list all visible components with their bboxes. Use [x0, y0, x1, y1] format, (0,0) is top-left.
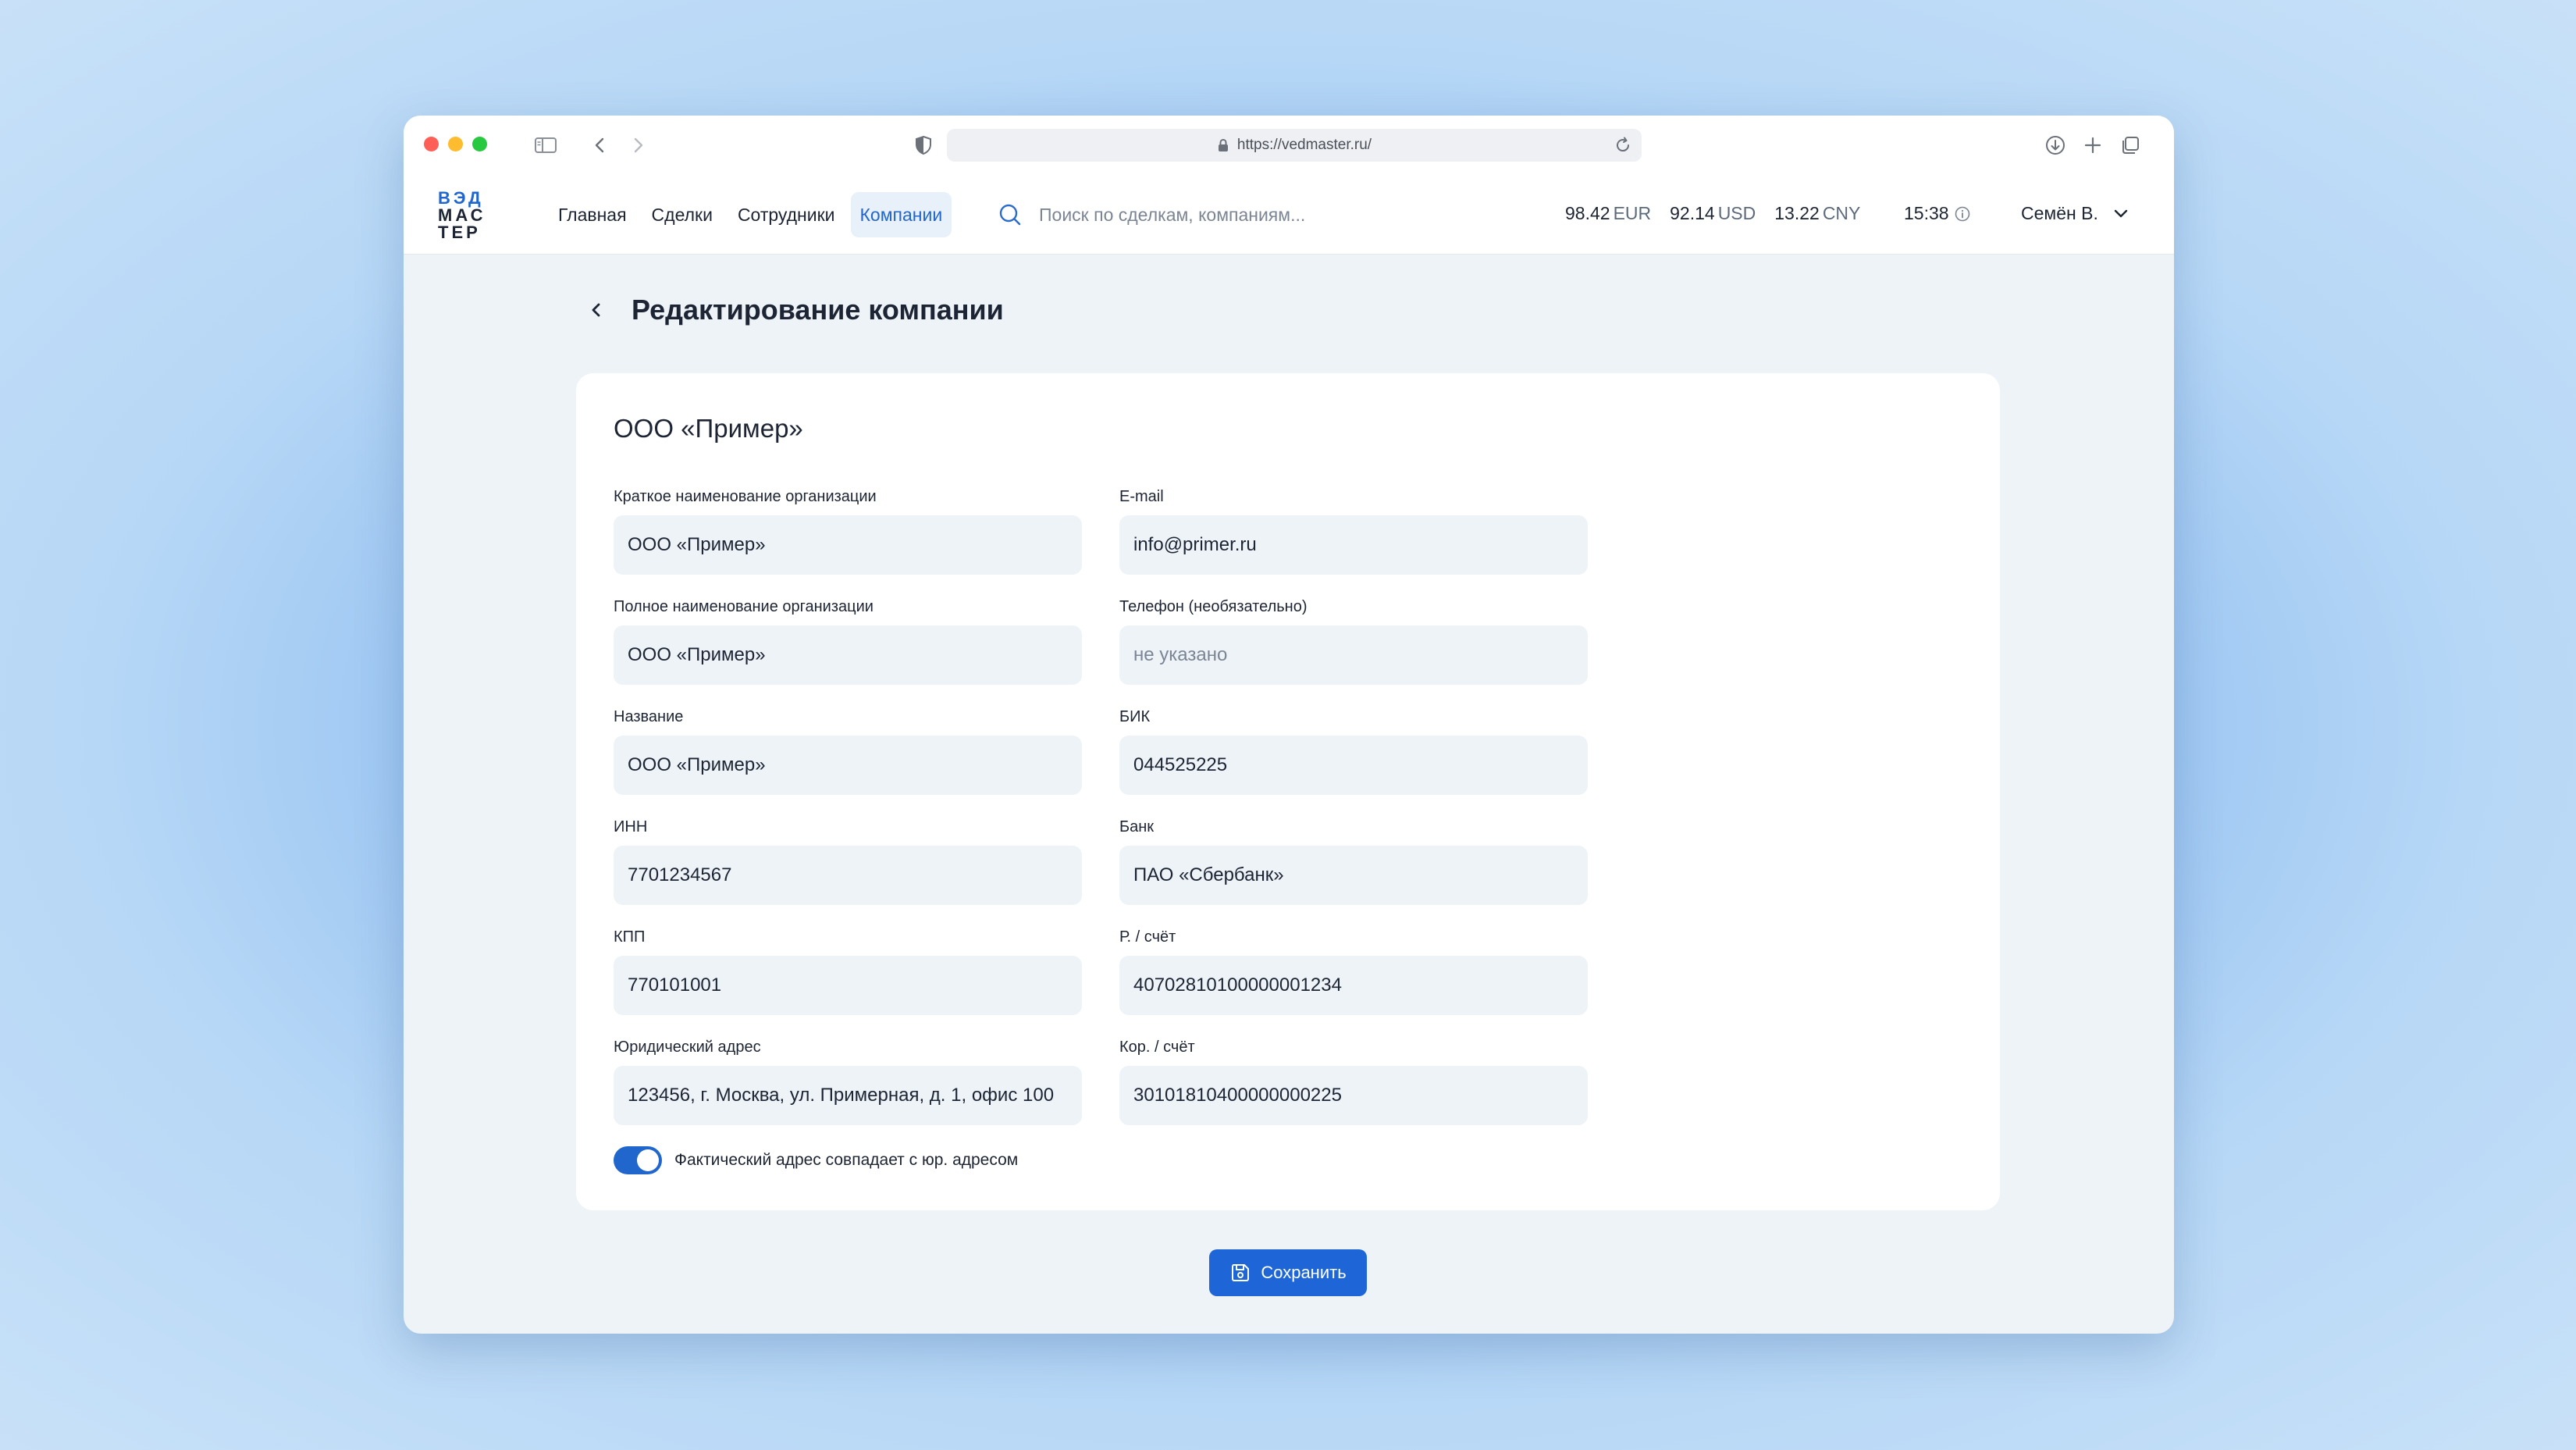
- lock-icon: [1218, 138, 1228, 151]
- field-short-name: Краткое наименование организации ООО «Пр…: [614, 487, 1082, 575]
- legal-address-input[interactable]: 123456, г. Москва, ул. Примерная, д. 1, …: [614, 1066, 1082, 1125]
- floppy-disk-icon: [1232, 1264, 1250, 1281]
- field-label: Р. / счёт: [1119, 928, 1176, 946]
- minimize-window-button[interactable]: [448, 137, 463, 151]
- toggle-label: Фактический адрес совпадает с юр. адресо…: [674, 1151, 1019, 1169]
- search-input[interactable]: [1039, 204, 1445, 226]
- vedmaster-logo[interactable]: ВЭД МАС ТЕР: [438, 188, 507, 240]
- page-title: Редактирование компании: [632, 294, 1004, 326]
- field-inn: ИНН 7701234567: [614, 818, 1082, 905]
- rate-eur: 98.42 EUR: [1565, 203, 1651, 224]
- field-label: Юридический адрес: [614, 1039, 761, 1056]
- field-kpp: КПП 770101001: [614, 928, 1082, 1015]
- kpp-input[interactable]: 770101001: [614, 956, 1082, 1015]
- rate-value: 13.22: [1774, 203, 1820, 223]
- chevron-left-icon[interactable]: [588, 133, 613, 158]
- field-bik: БИК 044525225: [1119, 707, 1588, 795]
- field-label: Кор. / счёт: [1119, 1039, 1195, 1056]
- field-label: БИК: [1119, 708, 1151, 725]
- page-title-row: Редактирование компании: [585, 294, 1004, 326]
- save-button-label: Сохранить: [1261, 1263, 1347, 1282]
- field-corr-account: Кор. / счёт 30101810400000000225: [1119, 1038, 1588, 1125]
- address-toggle-row: Фактический адрес совпадает с юр. адресо…: [614, 1146, 1018, 1174]
- field-label: Полное наименование организации: [614, 598, 873, 615]
- field-account: Р. / счёт 40702810100000001234: [1119, 928, 1588, 1015]
- svg-text:ТЕР: ТЕР: [438, 223, 481, 240]
- field-label: Банк: [1119, 818, 1155, 835]
- email-input[interactable]: info@primer.ru: [1119, 515, 1588, 575]
- nav-item-home[interactable]: Главная: [549, 192, 636, 237]
- field-label: Краткое наименование организации: [614, 488, 877, 505]
- corr-account-input[interactable]: 30101810400000000225: [1119, 1066, 1588, 1125]
- tabs-icon[interactable]: [2118, 133, 2143, 158]
- chevron-down-icon: [2114, 209, 2128, 217]
- main-nav: Главная Сделки Сотрудники Компании: [549, 192, 952, 237]
- company-form-card: ООО «Пример» Краткое наименование органи…: [576, 373, 2000, 1210]
- rate-value: 92.14: [1670, 203, 1715, 223]
- address-bar[interactable]: https://vedmaster.ru/: [947, 129, 1642, 162]
- company-name-heading: ООО «Пример»: [614, 414, 803, 443]
- field-label: Название: [614, 708, 684, 725]
- field-label: Телефон (необязательно): [1119, 598, 1308, 615]
- url-text: https://vedmaster.ru/: [1236, 137, 1372, 153]
- short-name-input[interactable]: ООО «Пример»: [614, 515, 1082, 575]
- rate-cny: 13.22 CNY: [1774, 203, 1860, 224]
- browser-toolbar: https://vedmaster.ru/: [404, 116, 2174, 173]
- chevron-right-icon[interactable]: [625, 133, 650, 158]
- user-name: Семён В.: [2021, 203, 2098, 223]
- field-full-name: Полное наименование организации ООО «При…: [614, 597, 1082, 685]
- name-input[interactable]: ООО «Пример»: [614, 736, 1082, 795]
- currency-rates: 98.42 EUR 92.14 USD 13.22 CNY: [1565, 203, 1860, 224]
- bik-input[interactable]: 044525225: [1119, 736, 1588, 795]
- rate-currency: EUR: [1613, 203, 1652, 223]
- field-label: E-mail: [1119, 488, 1164, 505]
- back-button[interactable]: [585, 298, 608, 322]
- phone-input[interactable]: не указано: [1119, 625, 1588, 685]
- close-window-button[interactable]: [424, 137, 439, 151]
- shield-icon[interactable]: [911, 133, 936, 158]
- rate-value: 98.42: [1565, 203, 1610, 223]
- field-phone: Телефон (необязательно) не указано: [1119, 597, 1588, 685]
- window-controls: [424, 137, 487, 151]
- save-button[interactable]: Сохранить: [1209, 1249, 1367, 1296]
- field-name: Название ООО «Пример»: [614, 707, 1082, 795]
- app-header: ВЭД МАС ТЕР Главная Сделки Сотрудники Ко…: [404, 173, 2174, 255]
- account-input[interactable]: 40702810100000001234: [1119, 956, 1588, 1015]
- inn-input[interactable]: 7701234567: [614, 846, 1082, 905]
- field-bank: Банк ПАО «Сбербанк»: [1119, 818, 1588, 905]
- back-arrow-icon: [592, 303, 600, 317]
- rate-currency: USD: [1717, 203, 1756, 223]
- bank-input[interactable]: ПАО «Сбербанк»: [1119, 846, 1588, 905]
- info-icon[interactable]: [1954, 205, 1971, 223]
- field-label: КПП: [614, 928, 646, 946]
- sidebar-icon[interactable]: [533, 133, 558, 158]
- search-icon: [999, 204, 1021, 226]
- rate-usd: 92.14 USD: [1670, 203, 1756, 224]
- user-menu[interactable]: Семён В.: [2021, 203, 2131, 224]
- field-legal-address: Юридический адрес 123456, г. Москва, ул.…: [614, 1038, 1082, 1125]
- clock-time: 15:38: [1904, 203, 1949, 223]
- full-name-input[interactable]: ООО «Пример»: [614, 625, 1082, 685]
- download-icon[interactable]: [2043, 133, 2068, 158]
- search-box: [997, 194, 1445, 236]
- nav-item-deals[interactable]: Сделки: [642, 192, 722, 237]
- clock: 15:38: [1904, 203, 1971, 224]
- actual-address-toggle[interactable]: [614, 1146, 662, 1174]
- nav-item-companies[interactable]: Компании: [850, 192, 952, 237]
- reload-icon[interactable]: [1614, 136, 1632, 155]
- field-label: ИНН: [614, 818, 648, 835]
- field-email: E-mail info@primer.ru: [1119, 487, 1588, 575]
- browser-window: https://vedmaster.ru/ ВЭД МАС ТЕР Главна…: [404, 116, 2174, 1334]
- nav-item-employees[interactable]: Сотрудники: [728, 192, 845, 237]
- plus-icon[interactable]: [2080, 133, 2105, 158]
- maximize-window-button[interactable]: [472, 137, 487, 151]
- rate-currency: CNY: [1822, 203, 1861, 223]
